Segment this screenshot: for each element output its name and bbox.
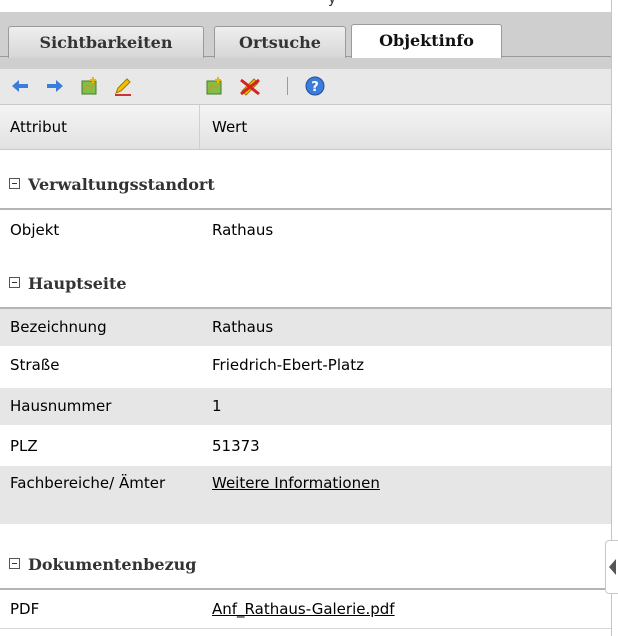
row-key: Hausnummer	[10, 397, 112, 415]
arrow-right-icon[interactable]	[45, 76, 65, 96]
column-header-attribut[interactable]: Attribut	[0, 105, 200, 149]
top-strip: y	[0, 0, 611, 12]
group-hauptseite: Hauptseite	[0, 261, 611, 306]
objektinfo-panel: y Sichtbarkeiten Ortsuche Objektinfo	[0, 0, 612, 636]
row-key: PLZ	[10, 437, 38, 455]
arrow-left-icon[interactable]	[10, 76, 30, 96]
tab-sichtbarkeiten[interactable]: Sichtbarkeiten	[8, 26, 204, 58]
row-value: Friedrich-Ebert-Platz	[212, 356, 364, 374]
header-fragment: y	[328, 0, 336, 7]
table-row: Objekt Rathaus	[0, 212, 611, 249]
row-key: Straße	[10, 356, 60, 374]
row-divider	[0, 628, 611, 629]
pdf-link[interactable]: Anf_Rathaus-Galerie.pdf	[212, 600, 395, 618]
group-divider	[0, 208, 611, 210]
row-value: Rathaus	[212, 318, 274, 336]
table-row: Straße Friedrich-Ebert-Platz	[0, 347, 611, 384]
row-value: Anf_Rathaus-Galerie.pdf	[212, 591, 395, 628]
svg-text:?: ?	[311, 80, 319, 95]
collapse-panel-handle[interactable]	[605, 540, 618, 594]
table-row: PLZ 51373	[0, 428, 611, 465]
weitere-informationen-link[interactable]: Weitere Informationen	[212, 474, 380, 492]
row-value: Rathaus	[212, 221, 274, 239]
collapse-icon[interactable]	[9, 277, 20, 288]
group-title: Hauptseite	[28, 274, 127, 293]
tab-objektinfo[interactable]: Objektinfo	[351, 24, 502, 58]
column-header-wert[interactable]: Wert	[201, 105, 247, 149]
row-key: Fachbereiche/ Ämter	[10, 474, 166, 492]
tab-bar: Sichtbarkeiten Ortsuche Objektinfo	[0, 12, 611, 69]
collapse-icon[interactable]	[9, 178, 20, 189]
tab-ortsuche[interactable]: Ortsuche	[214, 26, 346, 58]
group-divider	[0, 588, 611, 590]
collapse-icon[interactable]	[9, 558, 20, 569]
table-row: PDF Anf_Rathaus-Galerie.pdf	[0, 591, 611, 628]
table-row: Fachbereiche/ Ämter Weitere Informatione…	[0, 466, 611, 524]
edit-pencil-icon[interactable]	[113, 76, 133, 96]
row-key: Objekt	[10, 221, 60, 239]
toolbar-separator	[287, 77, 288, 95]
row-value: 1	[212, 397, 222, 415]
group-title: Verwaltungsstandort	[28, 175, 215, 194]
group-verwaltungsstandort: Verwaltungsstandort	[0, 162, 611, 207]
map-edit-icon[interactable]	[205, 76, 225, 96]
group-dokumentenbezug: Dokumentenbezug	[0, 542, 611, 587]
row-key: PDF	[10, 600, 40, 618]
group-title: Dokumentenbezug	[28, 555, 197, 574]
delete-icon[interactable]	[238, 76, 262, 96]
add-map-icon[interactable]	[80, 76, 100, 96]
row-value: Weitere Informationen	[212, 474, 380, 493]
table-row: Bezeichnung Rathaus	[0, 309, 611, 346]
table-row: Hausnummer 1	[0, 388, 611, 425]
column-header: Attribut Wert	[0, 105, 611, 150]
help-icon[interactable]: ?	[305, 76, 325, 96]
row-value: 51373	[212, 437, 260, 455]
toolbar: ?	[0, 69, 611, 105]
row-key: Bezeichnung	[10, 318, 107, 336]
